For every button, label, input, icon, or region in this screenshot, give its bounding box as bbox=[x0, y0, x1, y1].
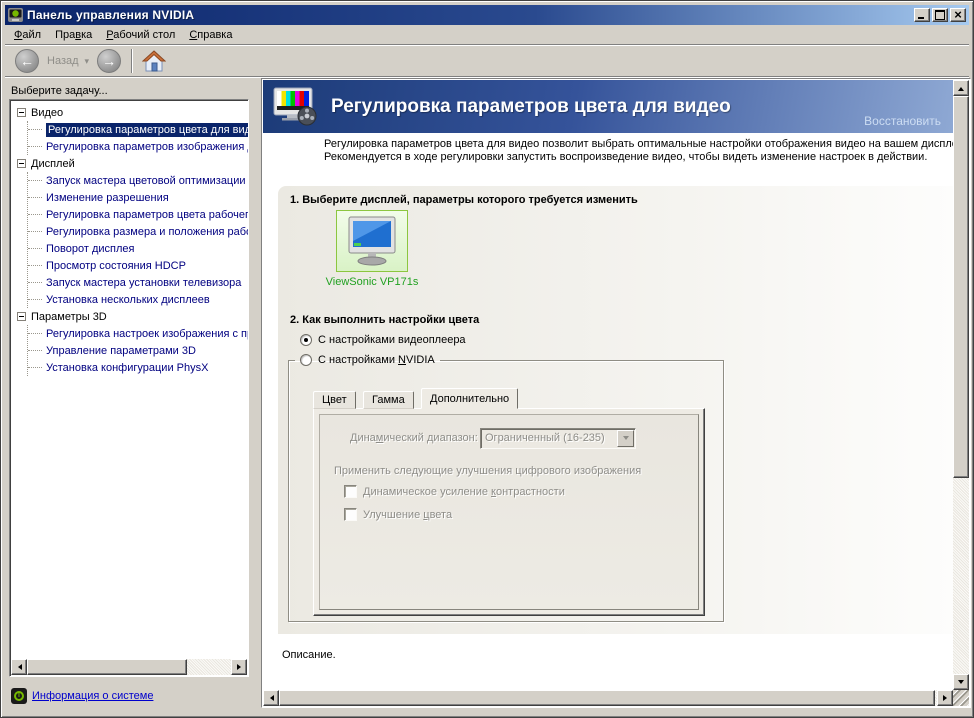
close-button[interactable] bbox=[950, 8, 966, 22]
enhancements-caption: Применить следующие улучшения цифрового … bbox=[334, 465, 641, 477]
tree-horizontal-scrollbar bbox=[11, 659, 247, 675]
display-selector-tile[interactable] bbox=[336, 210, 408, 272]
page-title: Регулировка параметров цвета для видео bbox=[331, 96, 731, 118]
tree-item-size-position[interactable]: Регулировка размера и положения рабоч bbox=[28, 223, 248, 240]
tree-item-hdcp-status[interactable]: Просмотр состояния HDCP bbox=[28, 257, 248, 274]
tree-node-video[interactable]: Видео bbox=[12, 104, 248, 121]
system-info-link[interactable]: Информация о системе bbox=[32, 690, 153, 702]
window-title: Панель управления NVIDIA bbox=[27, 8, 194, 22]
tree-group-3d: Параметры 3D Регулировка настроек изобра… bbox=[12, 308, 248, 376]
tree-node-display[interactable]: Дисплей bbox=[12, 155, 248, 172]
tab-advanced[interactable]: Дополнительно bbox=[421, 388, 518, 409]
menu-file[interactable]: Файл bbox=[7, 27, 48, 43]
content-block: 1. Выберите дисплей, параметры которого … bbox=[278, 186, 955, 634]
back-button-label: Назад bbox=[47, 55, 79, 67]
resize-grip[interactable] bbox=[953, 690, 969, 706]
toolbar: ← Назад ▾ → bbox=[5, 46, 969, 77]
dropdown-arrow-button[interactable] bbox=[617, 430, 634, 447]
scroll-left-button[interactable] bbox=[11, 659, 27, 675]
menu-desktop[interactable]: Рабочий стол bbox=[99, 27, 182, 43]
scroll-left-button[interactable] bbox=[263, 690, 279, 706]
tree-item-physx[interactable]: Установка конфигурации PhysX bbox=[28, 359, 248, 376]
tree-item-color-wizard[interactable]: Запуск мастера цветовой оптимизации bbox=[28, 172, 248, 189]
menu-edit[interactable]: Правка bbox=[48, 27, 99, 43]
tree-group-video: Видео Регулировка параметров цвета для в… bbox=[12, 104, 248, 155]
tree-item-3d-image-settings[interactable]: Регулировка настроек изображения с пр bbox=[28, 325, 248, 342]
vertical-scrollbar-thumb[interactable] bbox=[953, 96, 969, 478]
display-name-label: ViewSonic VP171s bbox=[306, 276, 438, 288]
back-arrow-icon: ← bbox=[20, 53, 34, 69]
restore-link[interactable]: Восстановить bbox=[864, 114, 941, 128]
collapse-icon[interactable] bbox=[17, 108, 26, 117]
radio-icon bbox=[300, 354, 312, 366]
tree-item-rotate-display[interactable]: Поворот дисплея bbox=[28, 240, 248, 257]
description-text: Описание. bbox=[282, 649, 336, 661]
tab-color[interactable]: Цвет bbox=[313, 391, 356, 409]
titlebar[interactable]: Панель управления NVIDIA bbox=[5, 5, 969, 25]
scrollbar-thumb[interactable] bbox=[27, 659, 187, 675]
system-info-row: i Информация о системе bbox=[11, 688, 153, 704]
tree-item-desktop-color[interactable]: Регулировка параметров цвета рабочег bbox=[28, 206, 248, 223]
back-button[interactable]: ← bbox=[15, 49, 39, 73]
tree-group-display: Дисплей Запуск мастера цветовой оптимиза… bbox=[12, 155, 248, 308]
tree-item-multiple-displays[interactable]: Установка нескольких дисплеев bbox=[28, 291, 248, 308]
scroll-down-button[interactable] bbox=[953, 674, 969, 690]
advanced-tab-panel: Динамический диапазон: Ограниченный (16-… bbox=[313, 408, 705, 616]
menu-help[interactable]: Справка bbox=[182, 27, 239, 43]
checkbox-icon bbox=[344, 508, 357, 521]
chevron-down-icon bbox=[623, 436, 629, 443]
scroll-up-button[interactable] bbox=[953, 80, 969, 96]
sidebar-caption: Выберите задачу... bbox=[11, 85, 108, 97]
tree-item-tv-wizard[interactable]: Запуск мастера установки телевизора bbox=[28, 274, 248, 291]
page-banner: Регулировка параметров цвета для видео В… bbox=[263, 80, 955, 133]
toolbar-separator bbox=[131, 49, 132, 73]
dynamic-range-dropdown[interactable]: Ограниченный (16-235) bbox=[480, 428, 636, 449]
forward-button[interactable]: → bbox=[97, 49, 121, 73]
forward-arrow-icon: → bbox=[102, 53, 116, 69]
advanced-tab-inner: Динамический диапазон: Ограниченный (16-… bbox=[319, 414, 699, 610]
color-settings-tabs: Цвет Гамма Дополнительно Динамический ди… bbox=[313, 388, 705, 616]
minimize-button[interactable] bbox=[914, 8, 930, 22]
nvidia-app-icon bbox=[8, 8, 23, 22]
scroll-right-button[interactable] bbox=[231, 659, 247, 675]
maximize-button[interactable] bbox=[932, 8, 948, 22]
tree-item-3d-manage[interactable]: Управление параметрами 3D bbox=[28, 342, 248, 359]
app-window: Панель управления NVIDIA Файл Правка Раб… bbox=[0, 0, 974, 718]
tree-item-video-color-settings[interactable]: Регулировка параметров цвета для вид bbox=[28, 121, 248, 138]
collapse-icon[interactable] bbox=[17, 159, 26, 168]
tree-node-3d[interactable]: Параметры 3D bbox=[12, 308, 248, 325]
dropdown-value: Ограниченный (16-235) bbox=[485, 432, 605, 444]
checkbox-dynamic-contrast[interactable]: Динамическое усиление контрастности bbox=[344, 485, 565, 498]
section1-heading: 1. Выберите дисплей, параметры которого … bbox=[290, 194, 638, 206]
scroll-right-button[interactable] bbox=[937, 690, 953, 706]
intro-text-line1: Регулировка параметров цвета для видео п… bbox=[324, 138, 954, 150]
dynamic-range-label: Динамический диапазон: bbox=[350, 432, 478, 444]
task-tree: Видео Регулировка параметров цвета для в… bbox=[9, 99, 249, 677]
video-color-icon bbox=[273, 87, 319, 127]
horizontal-scrollbar-thumb[interactable] bbox=[279, 690, 935, 706]
monitor-icon bbox=[344, 215, 400, 267]
main-pane: Регулировка параметров цвета для видео В… bbox=[261, 78, 971, 708]
collapse-icon[interactable] bbox=[17, 312, 26, 321]
system-info-icon: i bbox=[11, 688, 27, 704]
radio-icon bbox=[300, 334, 312, 346]
checkbox-color-enhancement[interactable]: Улучшение цвета bbox=[344, 508, 452, 521]
menubar: Файл Правка Рабочий стол Справка bbox=[5, 26, 969, 45]
back-dropdown-caret-icon[interactable]: ▾ bbox=[85, 56, 90, 67]
tree-item-video-image-settings[interactable]: Регулировка параметров изображения д bbox=[28, 138, 248, 155]
section2-heading: 2. Как выполнить настройки цвета bbox=[290, 314, 479, 326]
intro-text-line2: Рекомендуется в ходе регулировки запусти… bbox=[324, 151, 954, 163]
tree-item-change-resolution[interactable]: Изменение разрешения bbox=[28, 189, 248, 206]
radio-video-player-settings[interactable]: С настройками видеоплеера bbox=[300, 334, 466, 346]
nvidia-settings-group: С настройками NVIDIA Цвет Гамма Дополнит… bbox=[288, 354, 724, 622]
checkbox-icon bbox=[344, 485, 357, 498]
home-icon[interactable] bbox=[142, 50, 166, 72]
tab-gamma[interactable]: Гамма bbox=[363, 391, 414, 409]
radio-nvidia-settings[interactable]: С настройками NVIDIA bbox=[300, 354, 435, 366]
